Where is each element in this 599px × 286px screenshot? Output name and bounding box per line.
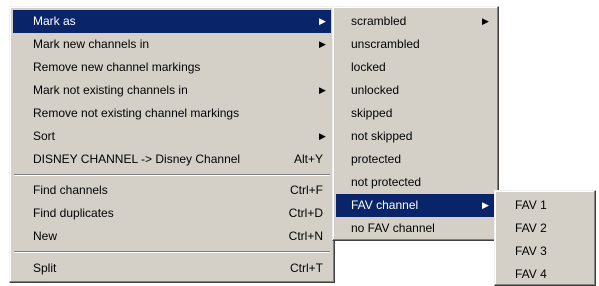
menu-separator xyxy=(14,174,330,176)
menu-item-label: Mark not existing channels in xyxy=(33,83,188,97)
menu-item-sort[interactable]: Sort ▶ xyxy=(13,125,331,148)
menu-item-new[interactable]: New Ctrl+N xyxy=(13,225,331,248)
menu-item-label: scrambled xyxy=(351,14,407,28)
menu-item-mark-as[interactable]: Mark as ▶ xyxy=(13,10,331,33)
submenu-item-protected[interactable]: protected xyxy=(336,148,495,171)
menu-item-rename-disney-channel[interactable]: DISNEY CHANNEL -> Disney Channel Alt+Y xyxy=(13,148,331,171)
menu-item-find-duplicates[interactable]: Find duplicates Ctrl+D xyxy=(13,202,331,225)
main-context-menu: Mark as ▶ Mark new channels in ▶ Remove … xyxy=(9,6,335,260)
submenu-item-not-skipped[interactable]: not skipped xyxy=(336,125,495,148)
menu-item-label: FAV 2 xyxy=(515,221,547,235)
submenu-item-unscrambled[interactable]: unscrambled xyxy=(336,33,495,56)
menu-item-label: no FAV channel xyxy=(351,221,435,235)
menu-item-label: not skipped xyxy=(351,129,413,143)
submenu-item-scrambled[interactable]: scrambled ▶ xyxy=(336,10,495,33)
menu-item-shortcut: Ctrl+N xyxy=(288,229,323,243)
menu-item-remove-new-channel-markings[interactable]: Remove new channel markings xyxy=(13,56,331,79)
menu-item-shortcut: Ctrl+T xyxy=(290,261,323,275)
submenu-item-no-fav-channel[interactable]: no FAV channel xyxy=(336,217,495,240)
submenu-item-not-protected[interactable]: not protected xyxy=(336,171,495,194)
submenu-item-fav-channel[interactable]: FAV channel ▶ xyxy=(336,194,495,217)
menu-item-label: Remove not existing channel markings xyxy=(33,106,240,120)
menu-separator xyxy=(14,251,330,253)
menu-item-shortcut: Ctrl+D xyxy=(288,206,323,220)
main-context-menu-lower: Split Ctrl+T xyxy=(9,247,335,283)
menu-item-shortcut: Ctrl+F xyxy=(290,183,323,197)
menu-item-label: FAV 1 xyxy=(515,198,547,212)
submenu-arrow-icon: ▶ xyxy=(319,85,326,95)
submenu-arrow-icon: ▶ xyxy=(482,200,489,210)
menu-item-label: skipped xyxy=(351,106,393,120)
menu-item-label: Split xyxy=(33,261,57,275)
submenu-arrow-icon: ▶ xyxy=(319,131,326,141)
menu-item-label: Find channels xyxy=(33,183,108,197)
submenu-item-locked[interactable]: locked xyxy=(336,56,495,79)
menu-item-label: FAV 4 xyxy=(515,267,547,281)
submenu-arrow-icon: ▶ xyxy=(482,16,489,26)
menu-item-mark-not-existing-channels-in[interactable]: Mark not existing channels in ▶ xyxy=(13,79,331,102)
submenu-item-fav-3[interactable]: FAV 3 xyxy=(498,240,592,263)
menu-item-label: unlocked xyxy=(351,83,400,97)
fav-channel-submenu: FAV 1 FAV 2 FAV 3 FAV 4 xyxy=(494,190,596,286)
menu-item-label: not protected xyxy=(351,175,422,189)
submenu-item-unlocked[interactable]: unlocked xyxy=(336,79,495,102)
menu-item-split[interactable]: Split Ctrl+T xyxy=(13,257,331,280)
menu-item-label: DISNEY CHANNEL -> Disney Channel xyxy=(33,152,241,166)
menu-item-label: FAV channel xyxy=(351,198,419,212)
menu-item-label: New xyxy=(33,229,58,243)
menu-item-label: Remove new channel markings xyxy=(33,60,201,74)
submenu-item-fav-4[interactable]: FAV 4 xyxy=(498,263,592,286)
menu-item-label: locked xyxy=(351,60,386,74)
menu-item-remove-not-existing-channel-markings[interactable]: Remove not existing channel markings xyxy=(13,102,331,125)
menu-item-label: Mark as xyxy=(33,14,76,28)
menu-item-label: Find duplicates xyxy=(33,206,114,220)
menu-item-label: Sort xyxy=(33,129,56,143)
mark-as-submenu: scrambled ▶ unscrambled locked unlocked … xyxy=(332,6,499,241)
menu-item-find-channels[interactable]: Find channels Ctrl+F xyxy=(13,179,331,202)
submenu-arrow-icon: ▶ xyxy=(319,16,326,26)
menu-item-label: Mark new channels in xyxy=(33,37,150,51)
menu-item-shortcut: Alt+Y xyxy=(293,152,323,166)
submenu-item-fav-2[interactable]: FAV 2 xyxy=(498,217,592,240)
menu-item-label: FAV 3 xyxy=(515,244,547,258)
submenu-item-skipped[interactable]: skipped xyxy=(336,102,495,125)
menu-item-label: protected xyxy=(351,152,402,166)
menu-item-label: unscrambled xyxy=(351,37,420,51)
submenu-arrow-icon: ▶ xyxy=(319,39,326,49)
submenu-item-fav-1[interactable]: FAV 1 xyxy=(498,194,592,217)
menu-item-mark-new-channels-in[interactable]: Mark new channels in ▶ xyxy=(13,33,331,56)
